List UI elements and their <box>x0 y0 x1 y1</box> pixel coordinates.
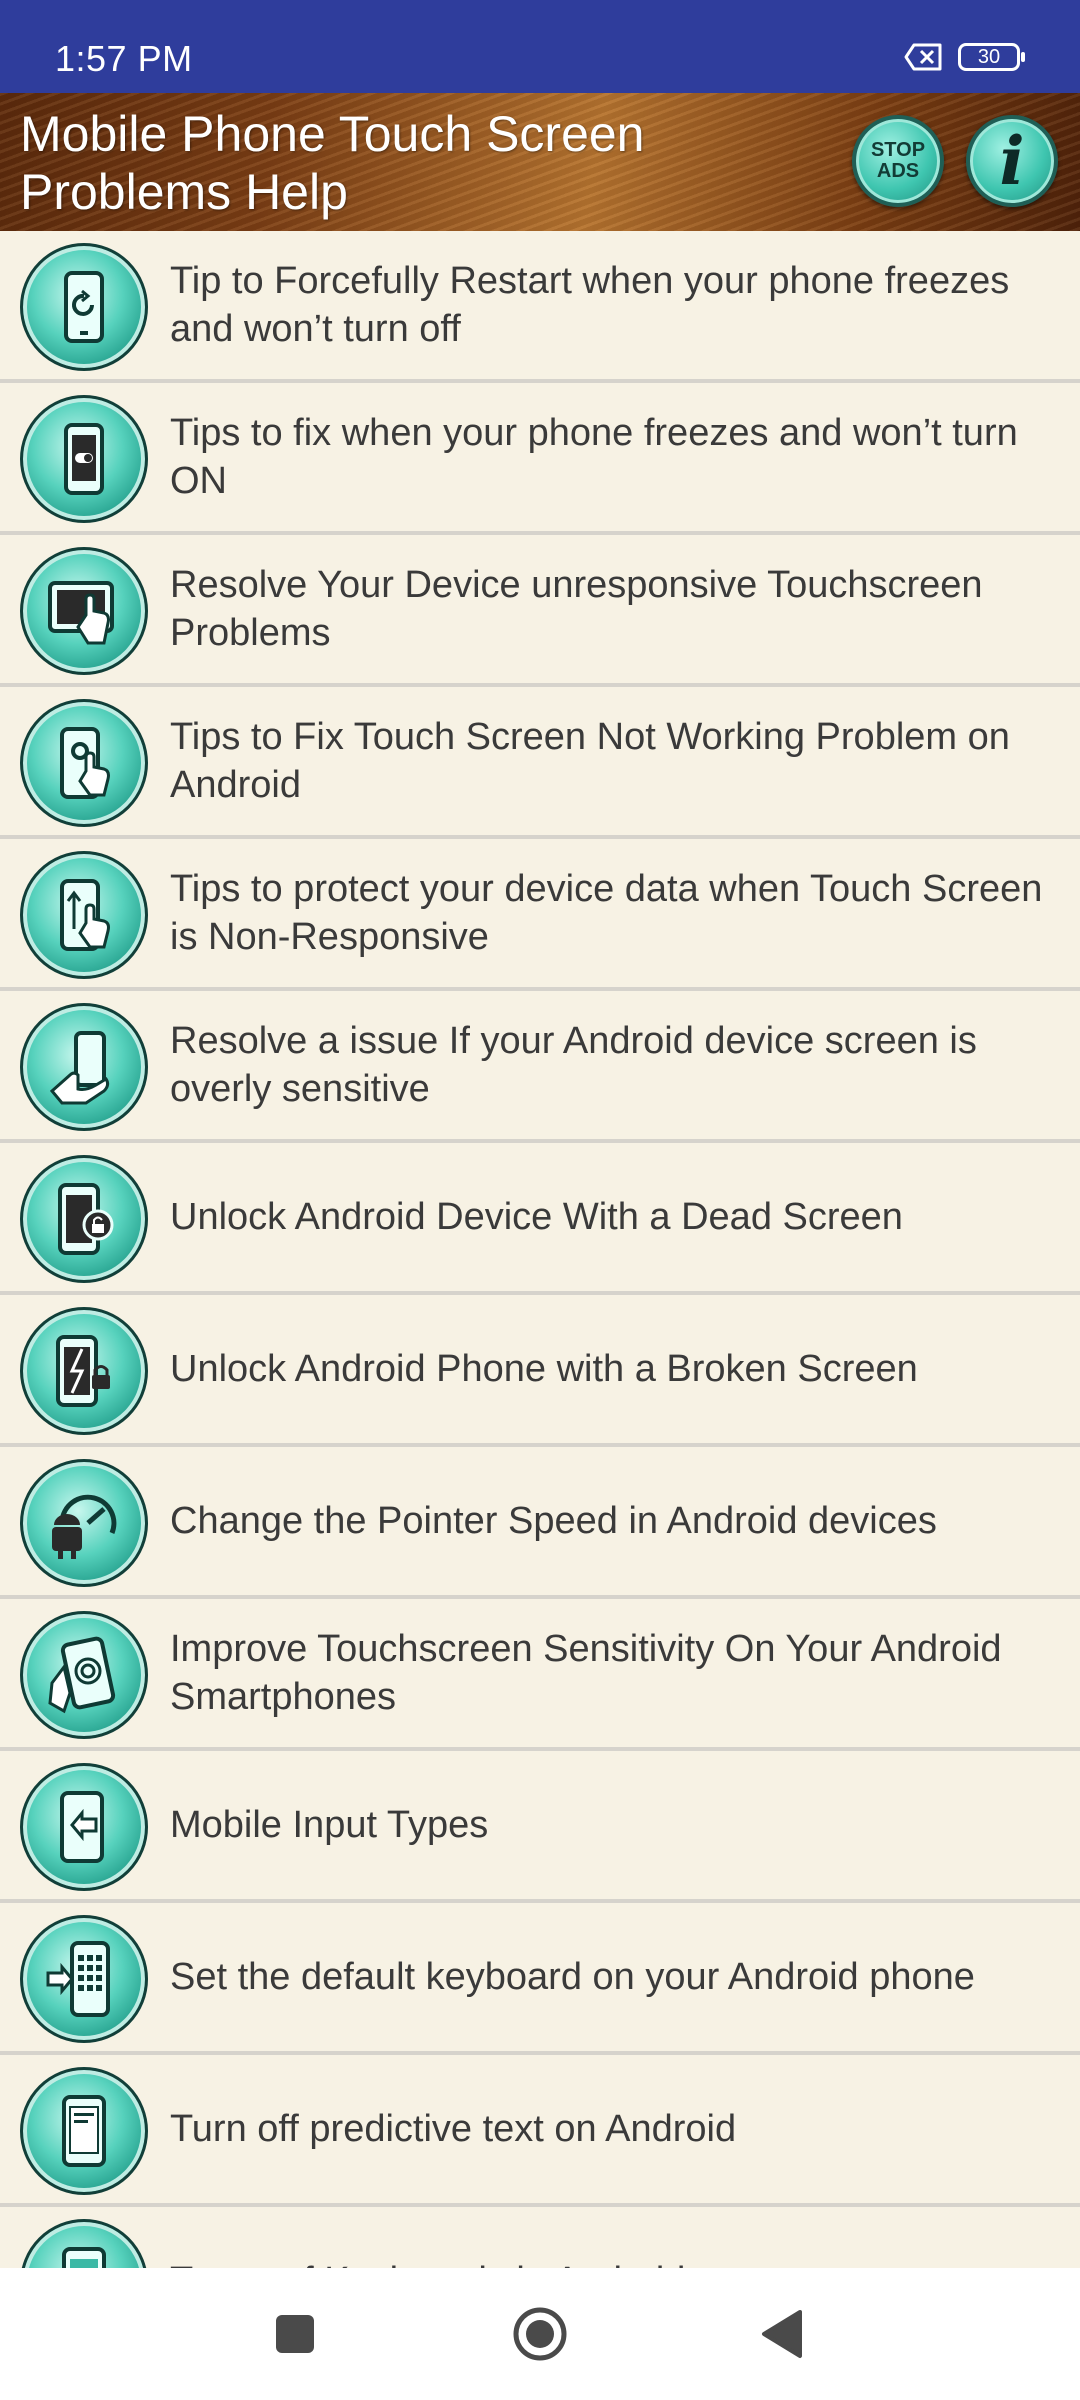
phone-text-icon <box>20 2067 148 2195</box>
list-item-label: Mobile Input Types <box>170 1804 489 1846</box>
list-item[interactable]: Tips to Fix Touch Screen Not Working Pro… <box>0 687 1080 839</box>
list-item-label: Resolve a issue If your Android device s… <box>170 1020 977 1110</box>
stop-ads-button[interactable]: STOP ADS <box>852 115 944 207</box>
list-item[interactable]: Turn off predictive text on Android <box>0 2055 1080 2207</box>
recent-apps-button[interactable] <box>276 2315 314 2353</box>
list-item[interactable]: Tips to protect your device data when To… <box>0 839 1080 991</box>
phone-lock-icon <box>20 1155 148 1283</box>
status-icons: 30 <box>904 42 1025 72</box>
broken-phone-lock-icon <box>20 1307 148 1435</box>
phone-swipe-icon <box>20 851 148 979</box>
list-item-label: Improve Touchscreen Sensitivity On Your … <box>170 1628 1002 1718</box>
phone-keyboard-icon <box>20 1915 148 2043</box>
phone-restart-icon <box>20 243 148 371</box>
list-item[interactable]: Tip to Forcefully Restart when your phon… <box>0 231 1080 383</box>
home-button[interactable] <box>512 2306 568 2362</box>
android-speedometer-icon <box>20 1459 148 1587</box>
list-item[interactable]: Unlock Android Phone with a Broken Scree… <box>0 1295 1080 1447</box>
list-item[interactable]: Change the Pointer Speed in Android devi… <box>0 1447 1080 1599</box>
phone-fingerprint-icon <box>20 1611 148 1739</box>
back-button[interactable] <box>760 2308 804 2360</box>
list-item-label: Resolve Your Device unresponsive Touchsc… <box>170 564 983 654</box>
status-time: 1:57 PM <box>55 38 193 79</box>
info-button[interactable]: i <box>966 115 1058 207</box>
phone-gear-touch-icon <box>20 699 148 827</box>
hand-holding-phone-icon <box>20 1003 148 1131</box>
tablet-touch-icon <box>20 547 148 675</box>
list-item-label: Tips to protect your device data when To… <box>170 868 1043 958</box>
battery-icon: 30 <box>958 43 1025 71</box>
list-item-label: Change the Pointer Speed in Android devi… <box>170 1500 937 1542</box>
navigation-bar <box>0 2268 1080 2400</box>
page-title: Mobile Phone Touch Screen Problems Help <box>20 106 645 220</box>
status-bar: 1:57 PM 30 <box>0 0 1080 93</box>
list-item-label: Tip to Forcefully Restart when your phon… <box>170 260 1010 350</box>
list-item-label: Tips to Fix Touch Screen Not Working Pro… <box>170 716 1010 806</box>
list-item[interactable]: Set the default keyboard on your Android… <box>0 1903 1080 2055</box>
list-item[interactable]: Improve Touchscreen Sensitivity On Your … <box>0 1599 1080 1751</box>
list-item-label: Tips to fix when your phone freezes and … <box>170 412 1018 502</box>
topic-list: Tip to Forcefully Restart when your phon… <box>0 231 1080 2268</box>
list-item[interactable]: Tips to fix when your phone freezes and … <box>0 383 1080 535</box>
list-item[interactable]: Types of Keyboards in Android <box>0 2207 1080 2268</box>
list-item-label: Types of Keyboards in Android <box>170 2257 1076 2268</box>
phone-input-arrow-icon <box>20 1763 148 1891</box>
list-item[interactable]: Resolve a issue If your Android device s… <box>0 991 1080 1143</box>
list-item[interactable]: Mobile Input Types <box>0 1751 1080 1903</box>
list-item[interactable]: Unlock Android Device With a Dead Screen <box>0 1143 1080 1295</box>
list-item-label: Turn off predictive text on Android <box>170 2108 737 2150</box>
phone-power-toggle-icon <box>20 395 148 523</box>
list-item-label: Set the default keyboard on your Android… <box>170 1956 975 1998</box>
notification-close-icon <box>904 43 942 71</box>
app-header: Mobile Phone Touch Screen Problems Help … <box>0 93 1080 231</box>
list-item-label: Unlock Android Phone with a Broken Scree… <box>170 1348 918 1390</box>
list-item[interactable]: Resolve Your Device unresponsive Touchsc… <box>0 535 1080 687</box>
phone-icon <box>20 2219 148 2268</box>
list-item-label: Unlock Android Device With a Dead Screen <box>170 1196 903 1238</box>
